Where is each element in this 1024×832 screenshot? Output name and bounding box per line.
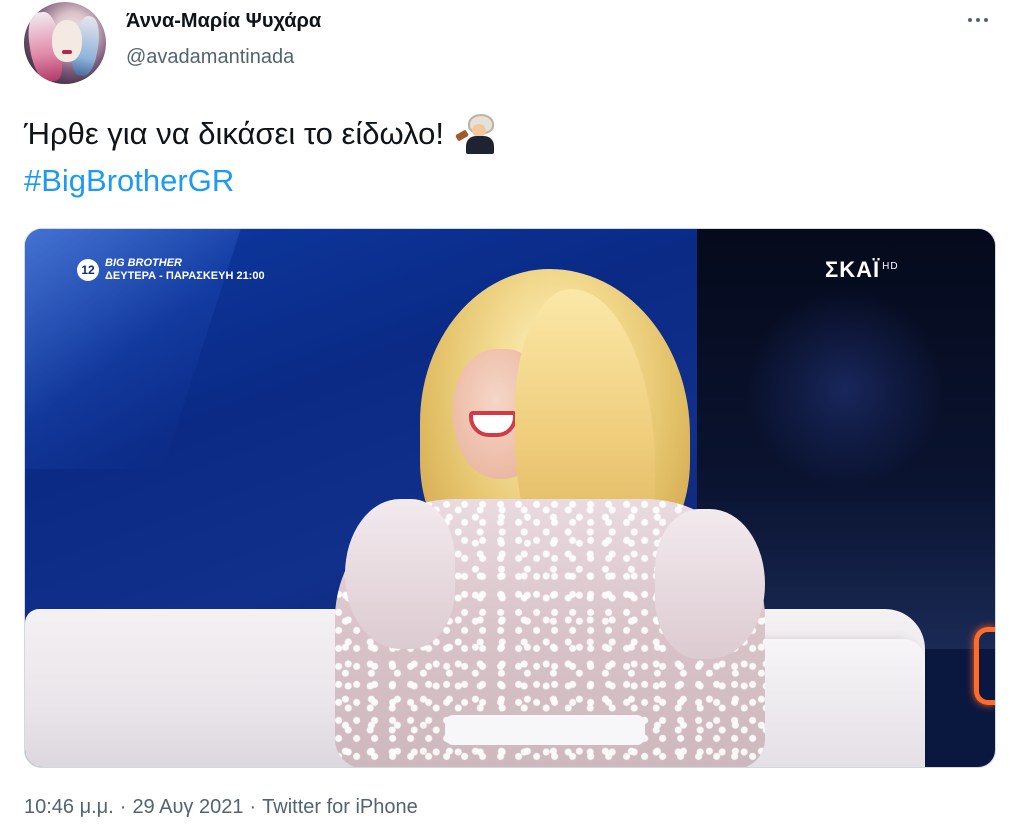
show-title: BIG BROTHER xyxy=(105,257,182,269)
tweet-text-content: Ήρθε για να δικάσει το είδωλο! xyxy=(24,116,444,151)
author-display-name[interactable]: Άννα-Μαρία Ψυχάρα xyxy=(126,10,321,33)
channel-logo: ΣΚΑΪ HD xyxy=(825,257,899,283)
tweet-date[interactable]: 29 Αυγ 2021 xyxy=(132,796,243,819)
channel-hd-label: HD xyxy=(882,260,899,272)
hashtag-link[interactable]: #BigBrotherGR xyxy=(24,157,234,204)
more-dot xyxy=(968,18,972,22)
media-person-sleeve-left xyxy=(345,499,455,649)
meta-separator: · xyxy=(249,796,257,818)
media-orange-neon xyxy=(974,627,995,705)
tweet-text-line: Ήρθε για να δικάσει το είδωλο! xyxy=(24,110,500,157)
more-dot xyxy=(976,18,980,22)
judge-emoji-icon xyxy=(455,113,500,154)
tweet-time[interactable]: 10:46 μ.μ. xyxy=(24,796,114,819)
media-show-overlay: 12 BIG BROTHER ΔΕΥΤΕΡΑ - ΠΑΡΑΣΚΕΥΗ 21:00 xyxy=(77,257,265,283)
meta-separator: · xyxy=(119,796,127,818)
tweet-media-image[interactable]: 12 BIG BROTHER ΔΕΥΤΕΡΑ - ΠΑΡΑΣΚΕΥΗ 21:00… xyxy=(24,228,996,768)
media-person-belt xyxy=(445,715,645,745)
avatar-mouth xyxy=(62,50,72,54)
author-handle[interactable]: @avadamantinada xyxy=(126,46,294,69)
show-schedule: ΔΕΥΤΕΡΑ - ΠΑΡΑΣΚΕΥΗ 21:00 xyxy=(105,270,265,282)
tweet-source[interactable]: Twitter for iPhone xyxy=(262,796,418,819)
age-rating-badge: 12 xyxy=(77,259,99,281)
more-options-icon[interactable] xyxy=(962,8,994,32)
avatar[interactable] xyxy=(24,2,106,84)
media-glow xyxy=(745,289,945,489)
avatar-face xyxy=(52,20,82,62)
show-info: BIG BROTHER ΔΕΥΤΕΡΑ - ΠΑΡΑΣΚΕΥΗ 21:00 xyxy=(105,257,265,283)
more-dot xyxy=(984,18,988,22)
media-person-sleeve-right xyxy=(655,509,765,659)
tweet-text: Ήρθε για να δικάσει το είδωλο! #BigBroth… xyxy=(24,110,500,204)
tweet-hashtag-line: #BigBrotherGR xyxy=(24,157,500,204)
tweet-card: Άννα-Μαρία Ψυχάρα @avadamantinada Ήρθε γ… xyxy=(0,0,1024,832)
tweet-meta: 10:46 μ.μ. · 29 Αυγ 2021 · Twitter for i… xyxy=(24,796,418,819)
channel-name: ΣΚΑΪ xyxy=(825,257,881,282)
